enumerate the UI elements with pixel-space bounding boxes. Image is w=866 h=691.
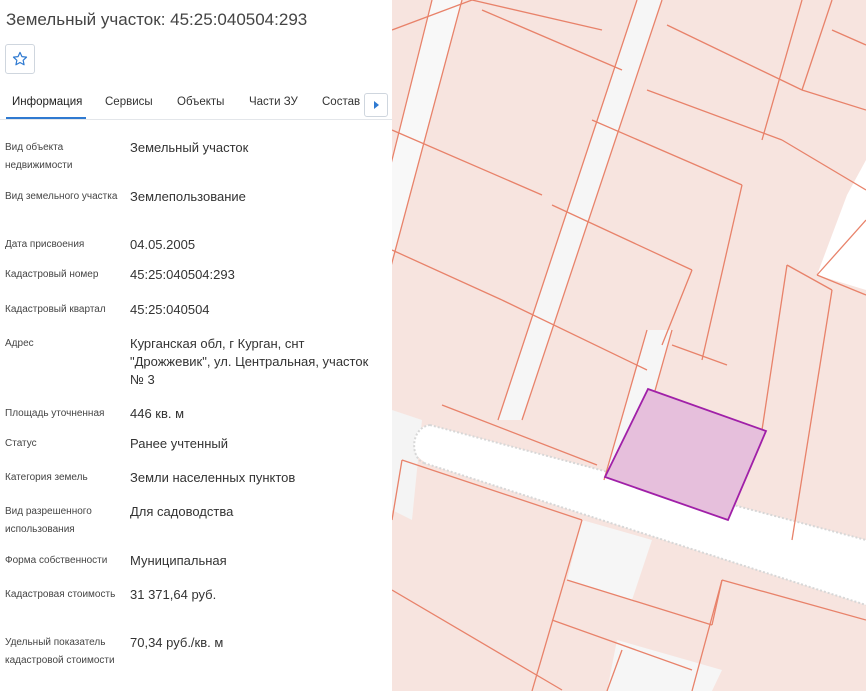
field-label: Статус	[5, 438, 37, 449]
page-title: Земельный участок: 45:25:040504:293	[6, 10, 308, 29]
star-outline-icon	[12, 51, 28, 66]
field-value: Ранее учтенный	[130, 436, 228, 451]
field-value: 45:25:040504	[130, 302, 210, 317]
field-label: Адрес	[5, 338, 34, 349]
field-label: Форма собственности	[5, 555, 108, 566]
field-label: Вид разрешенного использования	[5, 506, 92, 535]
field-label: Вид объекта недвижимости	[5, 142, 73, 171]
chevron-right-icon	[373, 101, 379, 109]
field-value: Муниципальная	[130, 553, 227, 568]
tab-objects[interactable]: Объекты	[177, 96, 224, 108]
field-value: 446 кв. м	[130, 406, 185, 421]
field-value: Курганская обл, г Курган, снт "Дрожжевик…	[130, 336, 369, 387]
map-canvas[interactable]	[392, 0, 866, 691]
field-value: Землепользование	[130, 189, 246, 204]
field-value: 70,34 руб./кв. м	[130, 635, 224, 650]
field-label: Кадастровый номер	[5, 269, 99, 280]
field-value: Земли населенных пунктов	[130, 470, 296, 485]
field-value: 31 371,64 руб.	[130, 587, 217, 602]
favorite-button[interactable]	[5, 44, 35, 74]
field-value: Земельный участок	[130, 140, 249, 155]
tab-parts[interactable]: Части ЗУ	[249, 96, 298, 108]
field-label: Кадастровая стоимость	[5, 589, 116, 600]
field-label: Дата присвоения	[5, 239, 85, 250]
field-label: Кадастровый квартал	[5, 304, 106, 315]
tab-information[interactable]: Информация	[12, 96, 82, 108]
tabs-scroll-right-button[interactable]	[364, 93, 388, 117]
tab-bar: Информация Сервисы Объекты Части ЗУ Сост…	[0, 88, 392, 120]
field-label: Удельный показатель кадастровой стоимост…	[5, 637, 115, 666]
field-value: 04.05.2005	[130, 237, 196, 252]
field-value: 45:25:040504:293	[130, 267, 235, 282]
field-label: Категория земель	[5, 472, 88, 483]
field-label: Площадь уточненная	[5, 408, 105, 419]
field-value: Для садоводства	[130, 504, 234, 519]
active-tab-indicator	[6, 117, 86, 119]
cadastral-map[interactable]	[392, 0, 866, 691]
tab-services[interactable]: Сервисы	[105, 96, 153, 108]
info-panel: Земельный участок: 45:25:040504:293 Инфо…	[0, 0, 392, 691]
tab-composition[interactable]: Состав	[322, 96, 360, 108]
field-label: Вид земельного участка	[5, 191, 118, 202]
